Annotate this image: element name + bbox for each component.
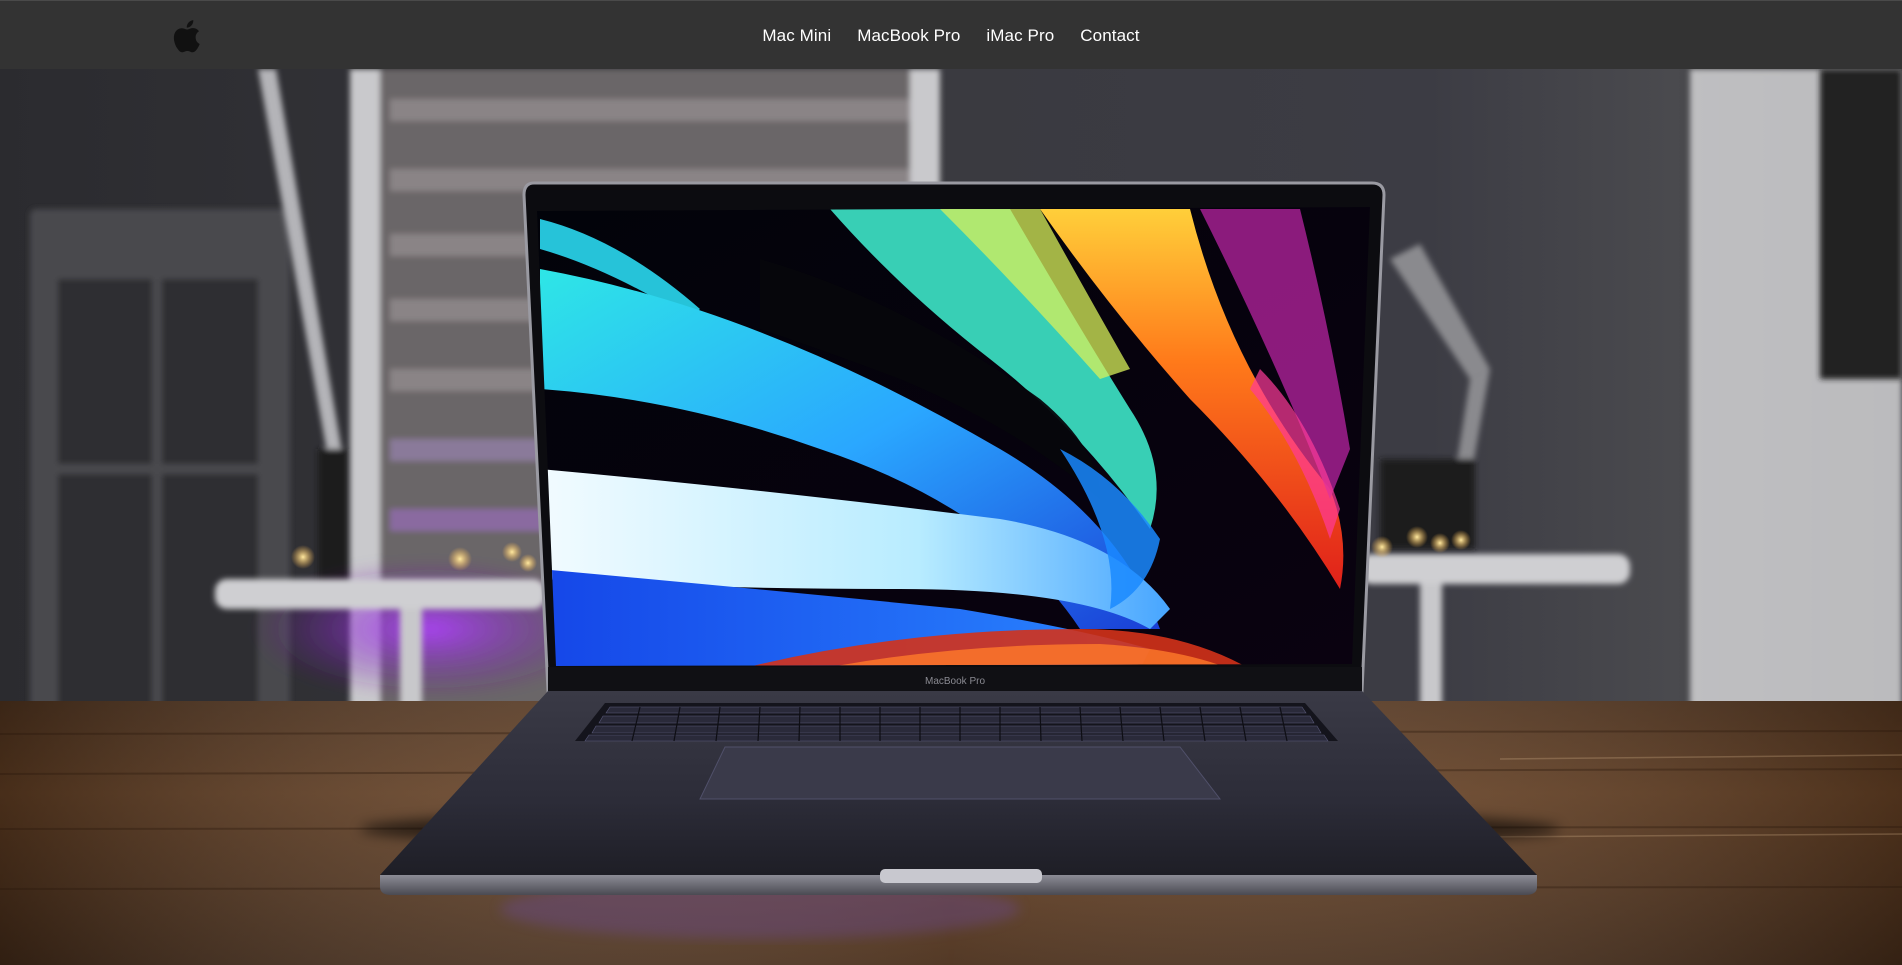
bezel-label: MacBook Pro [925, 676, 985, 687]
nav-link-macbook-pro[interactable]: MacBook Pro [857, 26, 960, 46]
top-navigation-bar: Mac Mini MacBook Pro iMac Pro Contact [0, 0, 1902, 69]
laptop-screen-wallpaper [537, 207, 1370, 666]
nav-link-imac-pro[interactable]: iMac Pro [986, 26, 1054, 46]
macbook-pro-laptop: MacBook Pro [380, 181, 1537, 895]
hero-image: MacBook Pro [0, 69, 1902, 965]
nav-link-contact[interactable]: Contact [1080, 26, 1139, 46]
nav-link-mac-mini[interactable]: Mac Mini [762, 26, 831, 46]
macbook-scene: MacBook Pro [0, 69, 1902, 965]
main-nav: Mac Mini MacBook Pro iMac Pro Contact [0, 1, 1902, 70]
